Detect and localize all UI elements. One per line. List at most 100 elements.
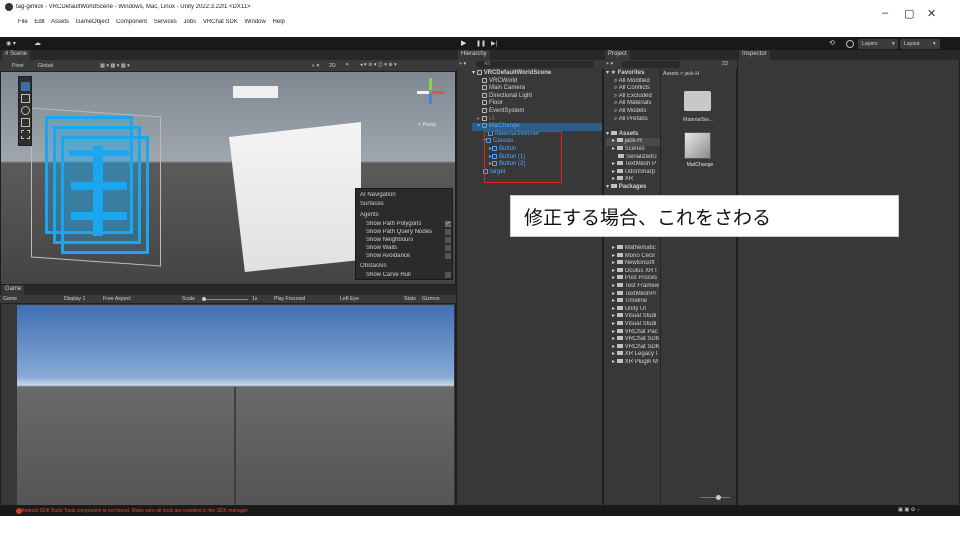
package-folder[interactable]: ▸ Visual Studi (612, 313, 660, 321)
package-folder[interactable]: ▸ Visual Studi (612, 320, 660, 329)
game-viewport[interactable] (17, 305, 454, 505)
stats-button[interactable]: Stats (404, 296, 416, 302)
hierarchy-item[interactable]: Directional Light (472, 92, 602, 101)
status-message[interactable]: Android SDK Build Tools component is not… (21, 506, 249, 516)
package-folder[interactable]: ▸ Mono Cecil (612, 252, 660, 261)
tab-game[interactable]: Game (2, 285, 25, 295)
package-folder[interactable]: ▸ Unity UI (612, 305, 660, 314)
nav-option-checkbox[interactable] (445, 237, 451, 243)
draw-mode-icon[interactable]: ◐ ▾ (312, 63, 319, 69)
menu-window[interactable]: Window (245, 19, 266, 25)
favorite-item[interactable]: ⌕ All Models (606, 108, 660, 116)
menu-gameobject[interactable]: GameObject (76, 19, 110, 25)
favorite-item[interactable]: ⌕ All Materials (606, 100, 660, 108)
search-icon[interactable] (846, 40, 854, 48)
status-icons[interactable]: ▣ ▣ ⚙ ◌ (898, 507, 920, 513)
nav-option-checkbox[interactable] (445, 253, 451, 259)
rect-tool-icon[interactable] (21, 130, 30, 139)
asset-folder[interactable]: ▸ UdonSharp (606, 168, 660, 177)
hierarchy-item[interactable]: Floor (472, 100, 602, 108)
global-dropdown[interactable]: Global (38, 63, 53, 69)
tab-inspector[interactable]: Inspector (739, 50, 770, 60)
gizmos-button[interactable]: Gizmos (422, 296, 440, 302)
asset-folder[interactable]: SerializedU (606, 153, 660, 162)
package-folder[interactable]: ▸ Oculus XR I (612, 267, 660, 276)
package-folder[interactable]: ▸ Newtonsoft (612, 260, 660, 268)
obstacles-foldout[interactable]: Obstacles (360, 263, 387, 269)
mode-2d-toggle[interactable]: 2D (329, 63, 336, 69)
agents-foldout[interactable]: Agents (360, 212, 379, 218)
prefab-icon[interactable] (684, 132, 711, 159)
favorite-item[interactable]: ⌕ All Conflicts (606, 85, 660, 93)
tab-hierarchy[interactable]: Hierarchy (458, 50, 490, 60)
hierarchy-search-input[interactable] (476, 61, 594, 68)
maximize-button[interactable]: ▢ (904, 7, 914, 20)
white-cube[interactable] (229, 122, 361, 272)
account-dropdown[interactable]: ◉ ▾ (6, 40, 16, 47)
package-folder[interactable]: ▸ VRChat Pac (612, 328, 660, 337)
play-mode-dropdown[interactable]: Play Focused (274, 296, 305, 302)
nav-option-checkbox[interactable] (445, 229, 451, 235)
asset-folder[interactable]: ▸ TextMesh P (606, 161, 660, 169)
pivot-dropdown[interactable]: Pivot (12, 63, 24, 69)
hierarchy-item[interactable]: ▸ UI (472, 115, 602, 124)
menu-services[interactable]: Services (154, 19, 177, 25)
hierarchy-item[interactable]: Main Camera (472, 85, 602, 93)
axis-gizmo[interactable] (417, 78, 444, 108)
tab-project[interactable]: Project (605, 50, 630, 60)
hand-tool-icon[interactable] (21, 82, 30, 91)
layout-dropdown[interactable]: Layout (904, 41, 920, 47)
play-button[interactable]: ▶ (461, 39, 466, 47)
close-button[interactable]: ✕ (927, 7, 936, 20)
hierarchy-scene-row[interactable]: ▾ VRCDefaultWorldScene (472, 70, 602, 78)
package-folder[interactable]: ▸ Post Proces (612, 275, 660, 283)
package-folder[interactable]: ▸ XR Plugin M (612, 358, 660, 367)
asset-file-label[interactable]: MaterialSw... (679, 117, 717, 123)
package-folder[interactable]: ▸ VRChat SDK (612, 336, 660, 344)
history-icon[interactable]: ⟲ (829, 39, 835, 47)
display-dropdown[interactable]: Display 1 (64, 296, 85, 302)
layers-dropdown[interactable]: Layers (862, 41, 878, 47)
surfaces-foldout[interactable]: Surfaces (360, 201, 384, 207)
packages-foldout[interactable]: ▾ Packages (606, 183, 660, 192)
nav-option-checkbox[interactable] (445, 245, 451, 251)
tab-scene[interactable]: # Scene (2, 50, 31, 60)
package-folder[interactable]: ▸ Timeline (612, 298, 660, 306)
hierarchy-item[interactable]: VRCWorld (472, 77, 602, 86)
rotate-tool-icon[interactable] (21, 106, 30, 115)
nav-option-checkbox[interactable]: ✓ (445, 221, 451, 227)
audio-icon[interactable]: ◂ ▾ ⊘ ▾ ◫ ▾ ⊕ ▾ (360, 62, 397, 68)
pause-button[interactable]: ❚❚ (476, 40, 486, 47)
scale-slider[interactable] (203, 299, 248, 300)
cloud-icon[interactable]: ☁ (34, 39, 41, 47)
menu-assets[interactable]: Assets (51, 19, 69, 25)
nav-option-checkbox[interactable] (445, 272, 451, 278)
perspective-label[interactable]: < Persp (418, 122, 436, 128)
icon-size-slider[interactable] (700, 497, 730, 498)
minimize-button[interactable]: – (882, 7, 888, 19)
package-folder[interactable]: ▸ Mathematic (612, 245, 660, 253)
asset-folder[interactable]: ▸ jack-H (606, 138, 660, 146)
project-search-input[interactable] (622, 61, 680, 68)
menu-file[interactable]: File (18, 19, 28, 25)
favorites-foldout[interactable]: ▾ ★ Favorites (606, 70, 660, 78)
assets-foldout[interactable]: ▾ Assets (606, 130, 660, 139)
asset-folder[interactable]: ▸ XR (606, 176, 660, 184)
asset-file-label[interactable]: MatChange (681, 162, 719, 168)
project-breadcrumb[interactable]: Assets > jack-H (663, 71, 699, 77)
eye-dropdown[interactable]: Left Eye (340, 296, 359, 302)
step-button[interactable]: ▶| (491, 40, 497, 47)
scale-tool-icon[interactable] (21, 118, 30, 127)
favorite-item[interactable]: ⌕ All Prefabs (606, 116, 660, 124)
view-dropdown[interactable]: Game (3, 296, 17, 302)
lighting-icon[interactable]: ✦ (345, 62, 349, 68)
hierarchy-item-matchange[interactable]: ▾ MatChange (472, 123, 602, 131)
menu-edit[interactable]: Edit (34, 19, 44, 25)
asset-folder[interactable]: ▸ Scenes (606, 145, 660, 154)
folder-icon[interactable] (684, 91, 711, 111)
package-folder[interactable]: ▸ VRChat SDK (612, 343, 660, 352)
move-tool-icon[interactable] (21, 94, 30, 103)
package-folder[interactable]: ▸ XR Legacy I (612, 351, 660, 359)
scale-slider-thumb[interactable] (202, 297, 206, 301)
menu-vrchat-sdk[interactable]: VRChat SDK (203, 19, 238, 25)
